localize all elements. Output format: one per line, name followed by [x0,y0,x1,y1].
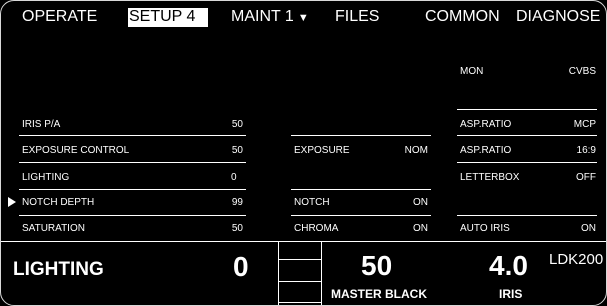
param-value[interactable]: OFF [556,172,596,184]
param-value[interactable]: ON [556,223,596,235]
camera-control-panel: OPERATE SETUP 4▼ MAINT 1 ▼ FILES COMMON … [0,0,607,306]
active-param-name: LIGHTING [13,259,104,280]
divider [291,135,431,136]
param-label[interactable]: ASP.RATIO [460,119,511,131]
menu-files[interactable]: FILES [335,8,379,26]
active-param-value: 0 [233,251,249,282]
divider [457,215,597,216]
menu-setup[interactable]: SETUP 4▼ [128,8,209,27]
divider [19,162,246,163]
param-label[interactable]: NOTCH DEPTH [22,197,94,209]
camera-model: LDK200 [549,251,604,268]
param-value[interactable]: ON [396,197,428,209]
param-label[interactable]: MON [460,66,483,78]
menu-setup-label: SETUP 4 [129,8,196,25]
level-bar [279,281,321,282]
param-value[interactable]: 50 [223,223,243,235]
menu-maint-label: MAINT 1 [231,8,294,25]
selection-cursor-icon [8,197,16,207]
divider [291,215,431,216]
divider [457,109,597,110]
param-label[interactable]: EXPOSURE CONTROL [22,145,129,157]
master-black-value: 50 [361,250,393,281]
param-label[interactable]: LIGHTING [22,172,69,184]
param-label[interactable]: SATURATION [22,223,85,235]
param-value[interactable]: CVBS [556,66,596,78]
divider [291,189,431,190]
param-label[interactable]: ASP.RATIO [460,145,511,157]
divider [457,162,597,163]
divider [19,135,246,136]
param-label[interactable]: EXPOSURE [294,145,350,157]
param-value[interactable]: NOM [396,145,428,157]
divider [457,135,597,136]
param-value[interactable]: ON [396,223,428,235]
param-label[interactable]: LETTERBOX [460,172,519,184]
param-value[interactable]: 50 [223,145,243,157]
divider [19,189,246,190]
param-label[interactable]: AUTO IRIS [460,223,510,235]
dropdown-arrow-icon: ▼ [196,12,208,24]
menu-common[interactable]: COMMON [425,8,500,26]
menu-maint[interactable]: MAINT 1 ▼ [231,8,309,27]
level-bar [279,259,321,260]
param-value[interactable]: MCP [556,119,596,131]
bottom-status-area: LIGHTING 0 50 MASTER BLACK 4.0 IRIS LDK2… [1,241,606,305]
dropdown-arrow-icon: ▼ [294,12,309,24]
iris-label: IRIS [499,287,523,301]
param-label[interactable]: CHROMA [294,223,338,235]
param-value[interactable]: 0 [223,172,251,184]
param-value[interactable]: 16:9 [556,145,596,157]
iris-value: 4.0 [489,250,528,281]
param-label[interactable]: IRIS P/A [22,119,60,131]
level-divider [321,242,322,305]
menu-diagnose[interactable]: DIAGNOSE [516,8,600,26]
param-label[interactable]: NOTCH [294,197,330,209]
param-value[interactable]: 50 [223,119,243,131]
param-value[interactable]: 99 [223,197,243,209]
top-menu-bar: OPERATE SETUP 4▼ MAINT 1 ▼ FILES COMMON … [1,1,606,31]
master-black-label: MASTER BLACK [331,287,427,301]
level-bar [279,302,321,303]
menu-operate[interactable]: OPERATE [22,8,97,26]
level-divider [278,242,279,305]
divider [19,215,246,216]
